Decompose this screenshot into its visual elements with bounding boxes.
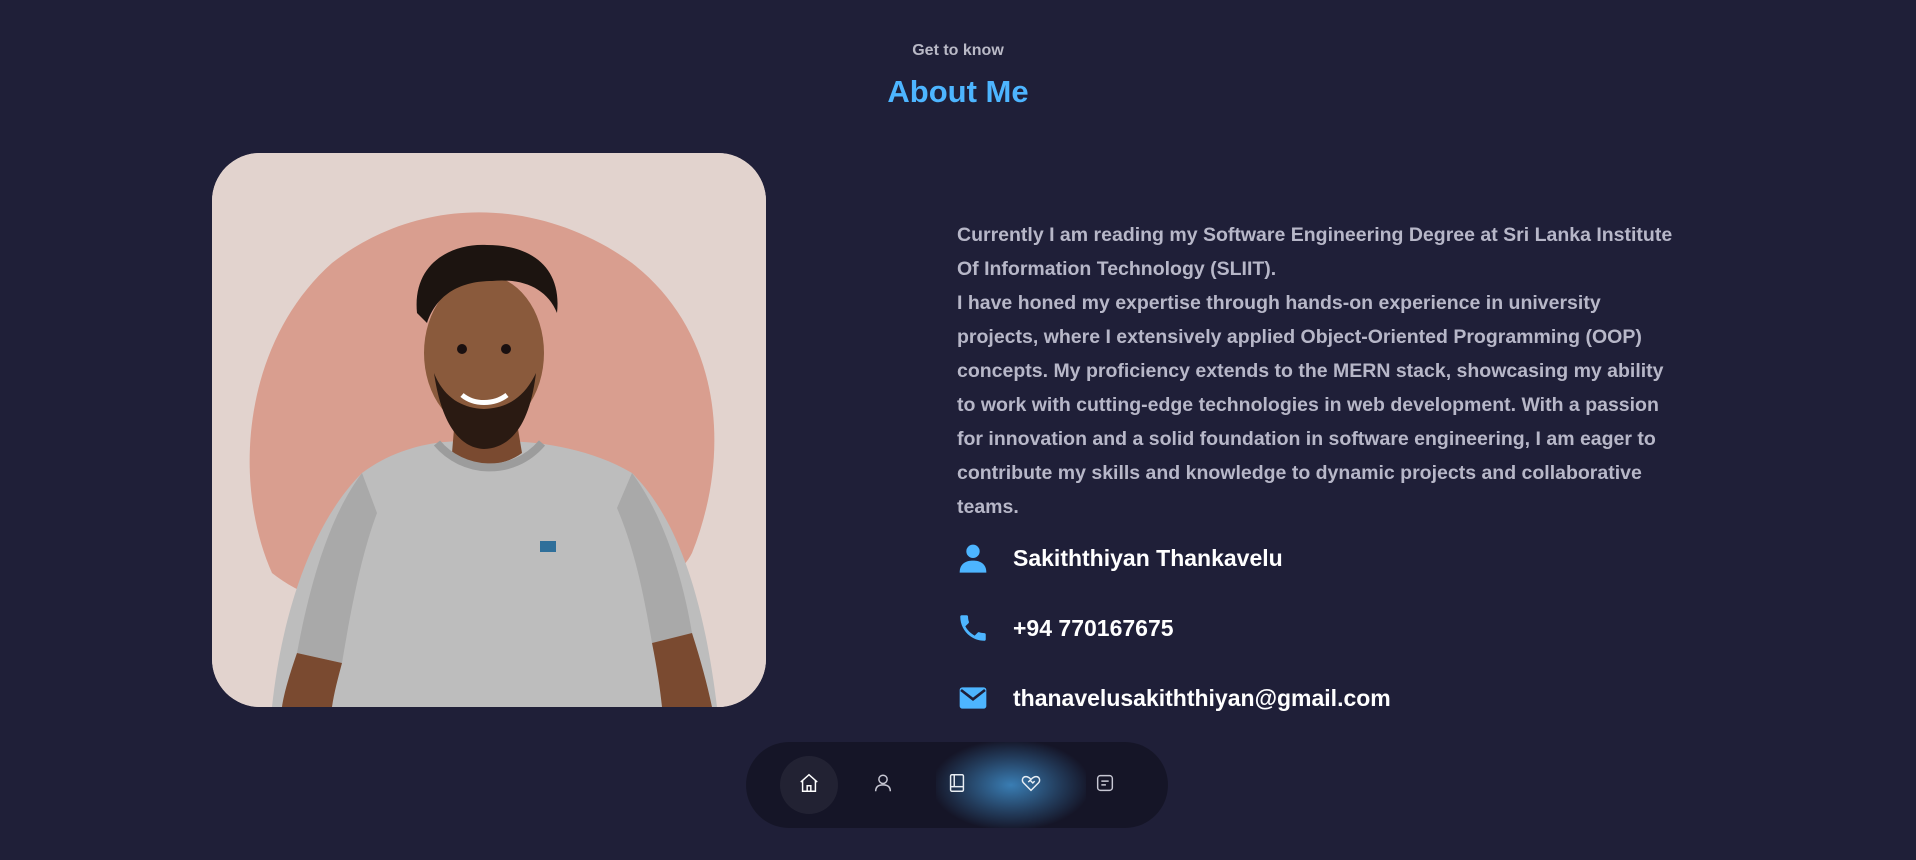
book-icon [946, 772, 968, 799]
contact-email-row: thanavelusakiththiyan@gmail.com [955, 680, 1391, 716]
bottom-nav [746, 742, 1168, 828]
heart-handshake-icon [1020, 772, 1042, 799]
phone-icon [955, 610, 991, 646]
message-icon [1094, 772, 1116, 799]
nav-home-button[interactable] [780, 756, 838, 814]
page-title: About Me [887, 74, 1029, 109]
contact-phone[interactable]: +94 770167675 [1013, 615, 1174, 642]
user-icon [872, 772, 894, 799]
subtitle: Get to know [912, 42, 1004, 59]
contact-phone-row: +94 770167675 [955, 610, 1174, 646]
home-icon [798, 772, 820, 799]
profile-photo [212, 153, 766, 707]
nav-about-button[interactable] [854, 756, 912, 814]
about-paragraph-2: I have honed my expertise through hands-… [957, 292, 1664, 518]
mail-icon [955, 680, 991, 716]
about-description: Currently I am reading my Software Engin… [957, 218, 1677, 524]
contact-name-row: Sakiththiyan Thankavelu [955, 540, 1283, 576]
contact-email[interactable]: thanavelusakiththiyan@gmail.com [1013, 685, 1391, 712]
nav-experience-button[interactable] [928, 756, 986, 814]
nav-contact-button[interactable] [1076, 756, 1134, 814]
nav-services-button[interactable] [1002, 756, 1060, 814]
about-paragraph-1: Currently I am reading my Software Engin… [957, 224, 1673, 280]
contact-name: Sakiththiyan Thankavelu [1013, 544, 1283, 571]
person-icon [955, 540, 991, 576]
